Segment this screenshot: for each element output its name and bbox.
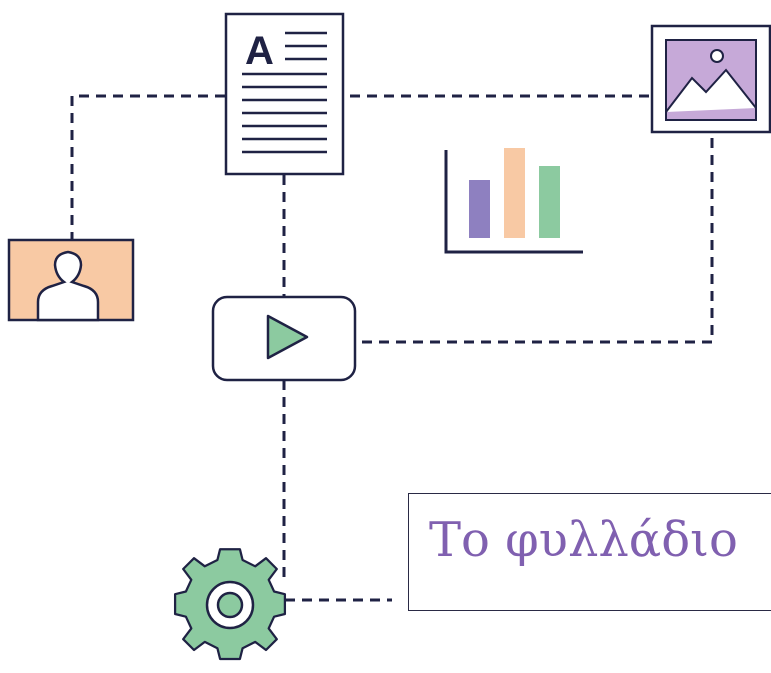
document-icon: A bbox=[224, 12, 345, 176]
play-icon bbox=[211, 295, 357, 382]
connector-image-play bbox=[356, 138, 714, 344]
bar-icon-2 bbox=[504, 148, 525, 238]
bar-chart-icon bbox=[444, 148, 583, 254]
gear-icon bbox=[173, 548, 287, 661]
bar-icon-3 bbox=[539, 166, 560, 238]
image-icon bbox=[650, 24, 771, 134]
title-text: Το φυλλάδιο bbox=[429, 512, 738, 568]
bar-icon-1 bbox=[469, 180, 490, 238]
svg-text:A: A bbox=[245, 29, 274, 73]
title-box: Το φυλλάδιο bbox=[408, 493, 771, 611]
user-icon bbox=[7, 238, 135, 322]
connector-document-user bbox=[70, 94, 225, 240]
